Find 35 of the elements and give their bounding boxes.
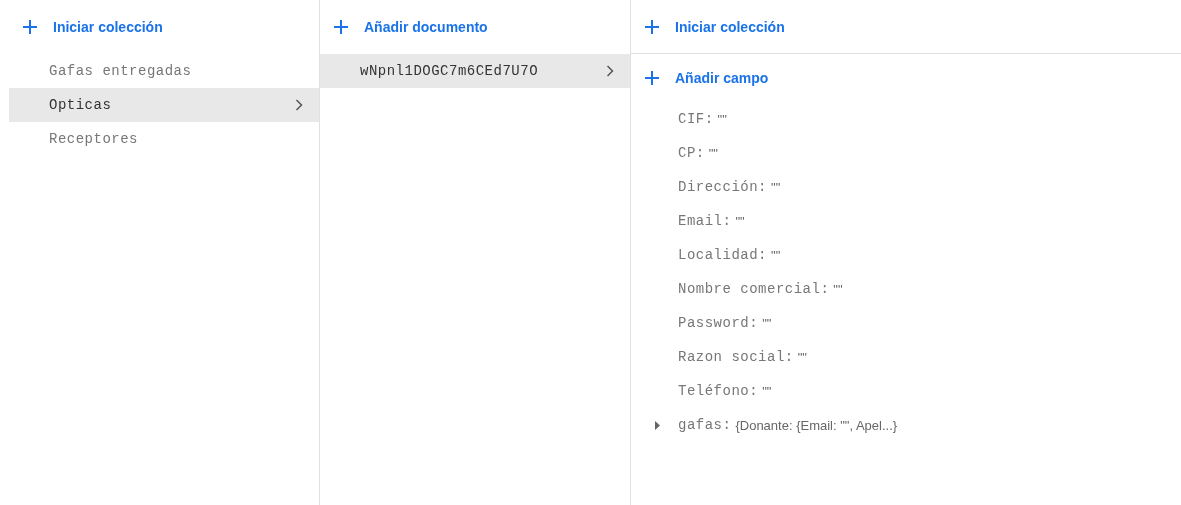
field-value: ""	[771, 247, 781, 263]
add-button[interactable]: Iniciar colección	[643, 14, 787, 39]
chevron-right-icon	[606, 65, 614, 77]
field-name: Razon social:	[678, 349, 794, 365]
field-value: ""	[735, 213, 745, 229]
add-button[interactable]: Iniciar colección	[21, 14, 165, 39]
list-item[interactable]: Gafas entregadas	[9, 54, 319, 88]
list-item[interactable]: Receptores	[9, 122, 319, 156]
field-name: Email:	[678, 213, 732, 229]
list-item[interactable]: Opticas	[9, 88, 319, 122]
field-value: ""	[797, 349, 807, 365]
field-name: Nombre comercial:	[678, 281, 830, 297]
plus-icon	[645, 70, 659, 85]
field-name: gafas:	[678, 417, 732, 433]
plus-icon	[23, 19, 37, 34]
field-name: Dirección:	[678, 179, 767, 195]
field-name: Localidad:	[678, 247, 767, 263]
field-name: Password:	[678, 315, 759, 331]
field-value: ""	[762, 315, 772, 331]
field-value: ""	[771, 179, 781, 195]
caret-right-icon[interactable]	[655, 420, 661, 430]
field-name: CIF:	[678, 111, 714, 127]
field-value: ""	[708, 145, 718, 161]
field-value: ""	[717, 111, 727, 127]
field-value: {Donante: {Email: "", Apel...}	[735, 417, 898, 433]
field-name: CP:	[678, 145, 705, 161]
field-value: ""	[833, 281, 843, 297]
chevron-right-icon	[295, 99, 303, 111]
add-button[interactable]: Añadir documento	[332, 14, 490, 39]
plus-icon	[645, 19, 659, 34]
plus-icon	[334, 19, 348, 34]
field-value: ""	[762, 383, 772, 399]
list-item[interactable]: wNpnl1DOGC7m6CEd7U7O	[320, 54, 630, 88]
add-button[interactable]: Añadir campo	[643, 65, 771, 90]
field-name: Teléfono:	[678, 383, 759, 399]
